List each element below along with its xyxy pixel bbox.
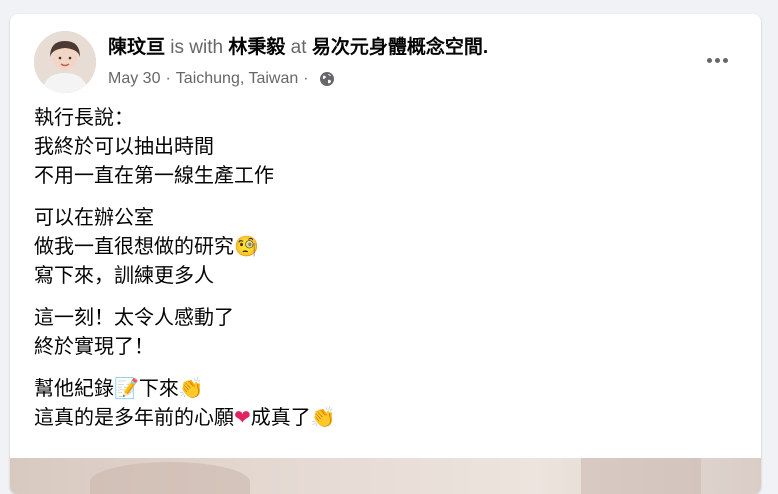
headline-period: . (482, 37, 489, 58)
more-dot (706, 57, 712, 63)
text-segment: 這真的是多年前的心願 (34, 407, 234, 429)
text-segment: 做我一直很想做的研究 (34, 236, 234, 258)
text-line: 可以在辦公室 (34, 207, 154, 229)
post-meta: May 30 · Taichung, Taiwan · (108, 69, 335, 89)
more-dot (714, 57, 720, 63)
memo-emoji-icon: 📝 (114, 378, 139, 400)
paragraph-3: 這一刻！太令人感動了 終於實現了！ (34, 304, 741, 362)
text-segment: 成真了 (250, 407, 311, 429)
text-line: 我終於可以抽出時間 (34, 136, 214, 158)
author-name-link[interactable]: 陳玟亘 (108, 37, 165, 58)
photo-detail (581, 458, 701, 494)
text-line: 終於實現了！ (34, 336, 154, 358)
text-line: 寫下來，訓練更多人 (34, 265, 214, 287)
location-link[interactable]: Taichung, Taiwan (176, 69, 298, 89)
globe-icon[interactable] (319, 71, 335, 87)
paragraph-2: 可以在辦公室 做我一直很想做的研究🧐 寫下來，訓練更多人 (34, 204, 741, 291)
red-heart-emoji-icon: ❤ (234, 407, 251, 429)
meta-separator-2: · (303, 70, 309, 87)
tagged-person-link[interactable]: 林秉毅 (228, 37, 285, 58)
photo-detail (90, 462, 250, 494)
clapping-hands-emoji-icon: 👏 (310, 407, 336, 429)
text-line: 不用一直在第一線生產工作 (34, 165, 274, 187)
meta-separator: · (165, 70, 171, 87)
post-date-link[interactable]: May 30 (108, 69, 160, 89)
text-line: 執行長說： (34, 107, 134, 129)
text-line: 這真的是多年前的心願❤成真了👏 (34, 404, 741, 433)
post-headline: 陳玟亘 is with 林秉毅 at 易次元身體概念空間. (108, 36, 488, 60)
clapping-hands-emoji-icon: 👏 (178, 378, 204, 400)
text-line: 做我一直很想做的研究🧐 (34, 233, 741, 262)
more-options-icon[interactable] (701, 48, 733, 72)
with-text: is with (170, 37, 224, 58)
more-dot (722, 57, 728, 63)
post-photo[interactable] (10, 458, 761, 494)
monocle-face-emoji-icon: 🧐 (234, 236, 259, 258)
avatar-image (34, 31, 96, 93)
text-line: 這一刻！太令人感動了 (34, 307, 234, 329)
paragraph-1: 執行長說： 我終於可以抽出時間 不用一直在第一線生產工作 (34, 104, 741, 191)
text-line: 幫他紀錄📝下來👏 (34, 375, 741, 404)
post-card: 陳玟亘 is with 林秉毅 at 易次元身體概念空間. May 30 · T… (10, 14, 761, 494)
place-link[interactable]: 易次元身體概念空間 (312, 37, 483, 58)
post-header: 陳玟亘 is with 林秉毅 at 易次元身體概念空間. May 30 · T… (10, 14, 761, 94)
text-segment: 幫他紀錄 (34, 378, 114, 400)
post-text: 執行長說： 我終於可以抽出時間 不用一直在第一線生產工作 可以在辦公室 做我一直… (34, 104, 741, 446)
at-text: at (290, 37, 307, 58)
paragraph-4: 幫他紀錄📝下來👏 這真的是多年前的心願❤成真了👏 (34, 375, 741, 433)
avatar[interactable] (34, 31, 96, 93)
text-segment: 下來 (138, 378, 179, 400)
